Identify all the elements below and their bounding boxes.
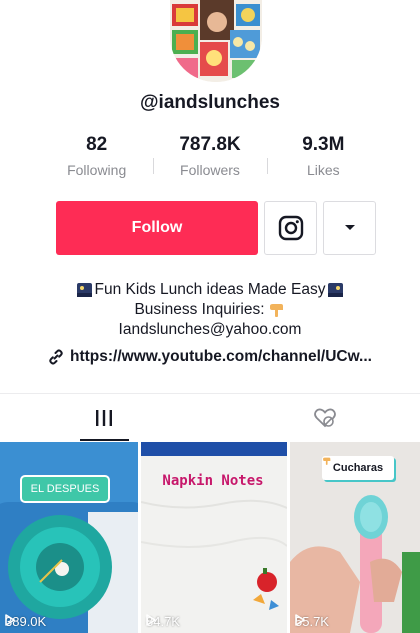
- grid-icon: [96, 410, 112, 426]
- night-sky-emoji-icon: [76, 283, 92, 297]
- stat-value: 787.8K: [179, 134, 241, 155]
- stat-value: 82: [86, 134, 108, 155]
- overlay-text: EL DESPUES: [30, 483, 100, 495]
- bio-email: Iandslunches@yahoo.com: [118, 321, 302, 338]
- profile-actions: Follow: [56, 201, 376, 255]
- profile-link[interactable]: https://www.youtube.com/channel/UCw...: [0, 348, 420, 366]
- bio-business: Business Inquiries:: [134, 301, 265, 318]
- instagram-button[interactable]: [264, 201, 317, 255]
- profile-username: @iandslunches: [140, 92, 280, 113]
- pointing-down-emoji-icon: [269, 304, 283, 317]
- bio-line: Business Inquiries:: [0, 300, 420, 320]
- view-count: 84.7K: [146, 614, 180, 629]
- stat-label: Likes: [306, 162, 340, 178]
- stat-label: Followers: [180, 162, 240, 178]
- video-overlay-text: Napkin Notes: [149, 470, 277, 492]
- stat-value: 9.3M: [302, 134, 345, 155]
- video-grid: EL DESPUES 389.0K Napkin Notes 84.7K Cuc…: [0, 442, 420, 633]
- bio-tagline: Fun Kids Lunch ideas Made Easy: [94, 281, 326, 298]
- video-thumbnail[interactable]: Napkin Notes 84.7K: [141, 442, 287, 633]
- lunchbox-thumbnail-art: [0, 442, 138, 633]
- play-icon: [5, 614, 15, 626]
- pointing-down-emoji-icon: [323, 457, 331, 465]
- stat-followers[interactable]: 787.8K Followers: [153, 134, 266, 182]
- video-overlay-text: Cucharas: [322, 456, 394, 480]
- video-overlay-text: EL DESPUES: [20, 475, 110, 503]
- tab-videos[interactable]: [72, 394, 136, 442]
- link-icon: [49, 349, 63, 365]
- tab-liked[interactable]: [293, 394, 357, 442]
- night-sky-emoji-icon: [328, 283, 344, 297]
- stat-label: Following: [67, 162, 127, 178]
- active-tab-indicator: [80, 439, 129, 441]
- follow-button[interactable]: Follow: [56, 201, 258, 255]
- overlay-text: Cucharas: [332, 462, 384, 474]
- caret-down-icon: [344, 225, 355, 230]
- stat-following[interactable]: 82 Following: [40, 134, 153, 182]
- play-icon: [295, 614, 305, 626]
- overlay-text: Napkin Notes: [162, 473, 264, 489]
- play-icon: [146, 614, 156, 626]
- profile-stats: 82 Following 787.8K Followers 9.3M Likes: [40, 134, 380, 182]
- link-text: https://www.youtube.com/channel/UCw...: [70, 348, 372, 365]
- video-thumbnail[interactable]: EL DESPUES 389.0K: [0, 442, 138, 633]
- more-options-button[interactable]: [323, 201, 376, 255]
- instagram-icon: [278, 215, 303, 241]
- stat-likes: 9.3M Likes: [266, 134, 380, 182]
- profile-bio: Fun Kids Lunch ideas Made Easy Business …: [0, 280, 420, 340]
- profile-tabs: [0, 393, 420, 441]
- profile-avatar[interactable]: [170, 0, 262, 82]
- bio-line: Fun Kids Lunch ideas Made Easy: [0, 280, 420, 300]
- bio-line: Iandslunches@yahoo.com: [0, 320, 420, 340]
- video-thumbnail[interactable]: Cucharas 55.7K: [290, 442, 420, 633]
- view-count: 55.7K: [295, 614, 329, 629]
- liked-hidden-icon: [314, 408, 336, 428]
- view-count: 389.0K: [5, 614, 46, 629]
